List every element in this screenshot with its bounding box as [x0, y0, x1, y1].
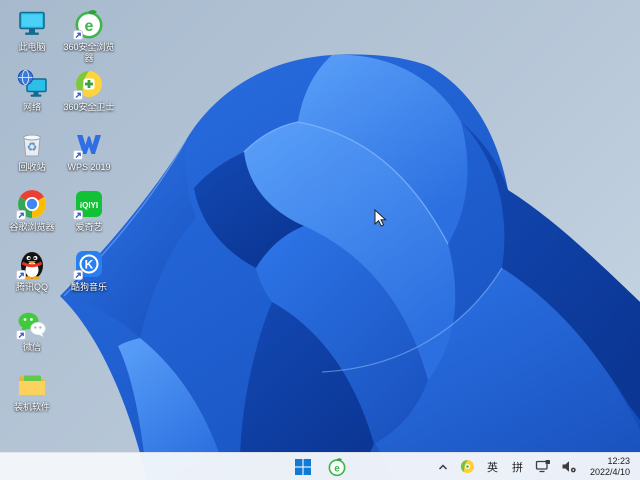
folder-icon [19, 375, 45, 395]
360-browser-icon: e [328, 457, 346, 476]
360-tray-ball-icon [460, 459, 475, 474]
icon-label: 微信 [22, 342, 41, 352]
recycle-bin-icon: ♻ [23, 134, 41, 157]
desktop-icon-kugou-music[interactable]: K 酷狗音乐 [61, 248, 117, 293]
clock-time: 12:23 [607, 456, 630, 466]
taskbar-clock[interactable]: 12:23 2022/4/10 [584, 456, 634, 477]
icon-label: 爱奇艺 [75, 222, 103, 232]
icon-label: 谷歌浏览器 [9, 222, 55, 232]
shortcut-arrow-icon [73, 270, 83, 280]
shortcut-arrow-icon [73, 30, 83, 40]
network-icon [17, 69, 47, 97]
desktop: 此电脑 网络 ♻ 回收站 谷歌浏览器 腾讯QQ 微信 装机软件 e 360安全浏… [0, 0, 640, 480]
desktop-icon-wechat[interactable]: 微信 [4, 308, 60, 353]
icon-label: 装机软件 [13, 402, 50, 412]
ime-english-indicator[interactable]: 英 [482, 456, 503, 478]
icon-label: 360安全浏览器 [63, 42, 115, 63]
desktop-icon-360-secure-browser[interactable]: e 360安全浏览器 [61, 8, 117, 64]
desktop-icon-360-security-guard[interactable]: 360安全卫士 [61, 68, 117, 113]
this-pc-icon [19, 11, 45, 35]
icon-label: WPS 2019 [67, 162, 111, 172]
desktop-icon-this-pc[interactable]: 此电脑 [4, 8, 60, 53]
shortcut-arrow-icon [16, 210, 26, 220]
tray-volume-button[interactable] [558, 456, 580, 478]
taskbar-360-browser-button[interactable]: e [324, 455, 350, 479]
desktop-icon-iqiyi[interactable]: iQIYI 爱奇艺 [61, 188, 117, 233]
chevron-up-icon [438, 463, 447, 470]
shortcut-arrow-icon [73, 150, 83, 160]
shortcut-arrow-icon [73, 210, 83, 220]
shortcut-arrow-icon [73, 90, 83, 100]
clock-date: 2022/4/10 [589, 466, 630, 477]
svg-text:♻: ♻ [27, 140, 38, 154]
ime-pinyin-indicator[interactable]: 拼 [507, 456, 528, 478]
volume-icon [562, 461, 576, 473]
icon-label: 360安全卫士 [63, 102, 115, 112]
shortcut-arrow-icon [16, 330, 26, 340]
desktop-icon-wps-2019[interactable]: WPS 2019 [61, 128, 117, 173]
desktop-icon-tencent-qq[interactable]: 腾讯QQ [4, 248, 60, 293]
desktop-icon-network[interactable]: 网络 [4, 68, 60, 113]
desktop-icon-google-chrome[interactable]: 谷歌浏览器 [4, 188, 60, 233]
taskbar-center: e [290, 455, 350, 479]
system-tray: 英 拼 12:23 2022/4/10 [433, 453, 634, 480]
icon-label: 网络 [22, 102, 41, 112]
shortcut-arrow-icon [16, 270, 26, 280]
icon-label: 回收站 [18, 162, 46, 172]
icon-label: 酷狗音乐 [70, 282, 107, 292]
tray-network-button[interactable] [532, 456, 554, 478]
desktop-icon-recycle-bin[interactable]: ♻ 回收站 [4, 128, 60, 173]
taskbar: e 英 拼 12:23 2022/4/10 [0, 452, 640, 480]
windows-logo-icon [295, 458, 311, 475]
icon-label: 腾讯QQ [15, 282, 48, 292]
desktop-icon-software-folder[interactable]: 装机软件 [4, 368, 60, 413]
tray-360-icon-button[interactable] [457, 456, 478, 478]
start-button[interactable] [290, 455, 316, 479]
tray-hidden-icons-button[interactable] [433, 456, 453, 478]
network-monitor-icon [535, 460, 550, 473]
icon-label: 此电脑 [18, 42, 46, 52]
svg-text:e: e [334, 463, 340, 474]
